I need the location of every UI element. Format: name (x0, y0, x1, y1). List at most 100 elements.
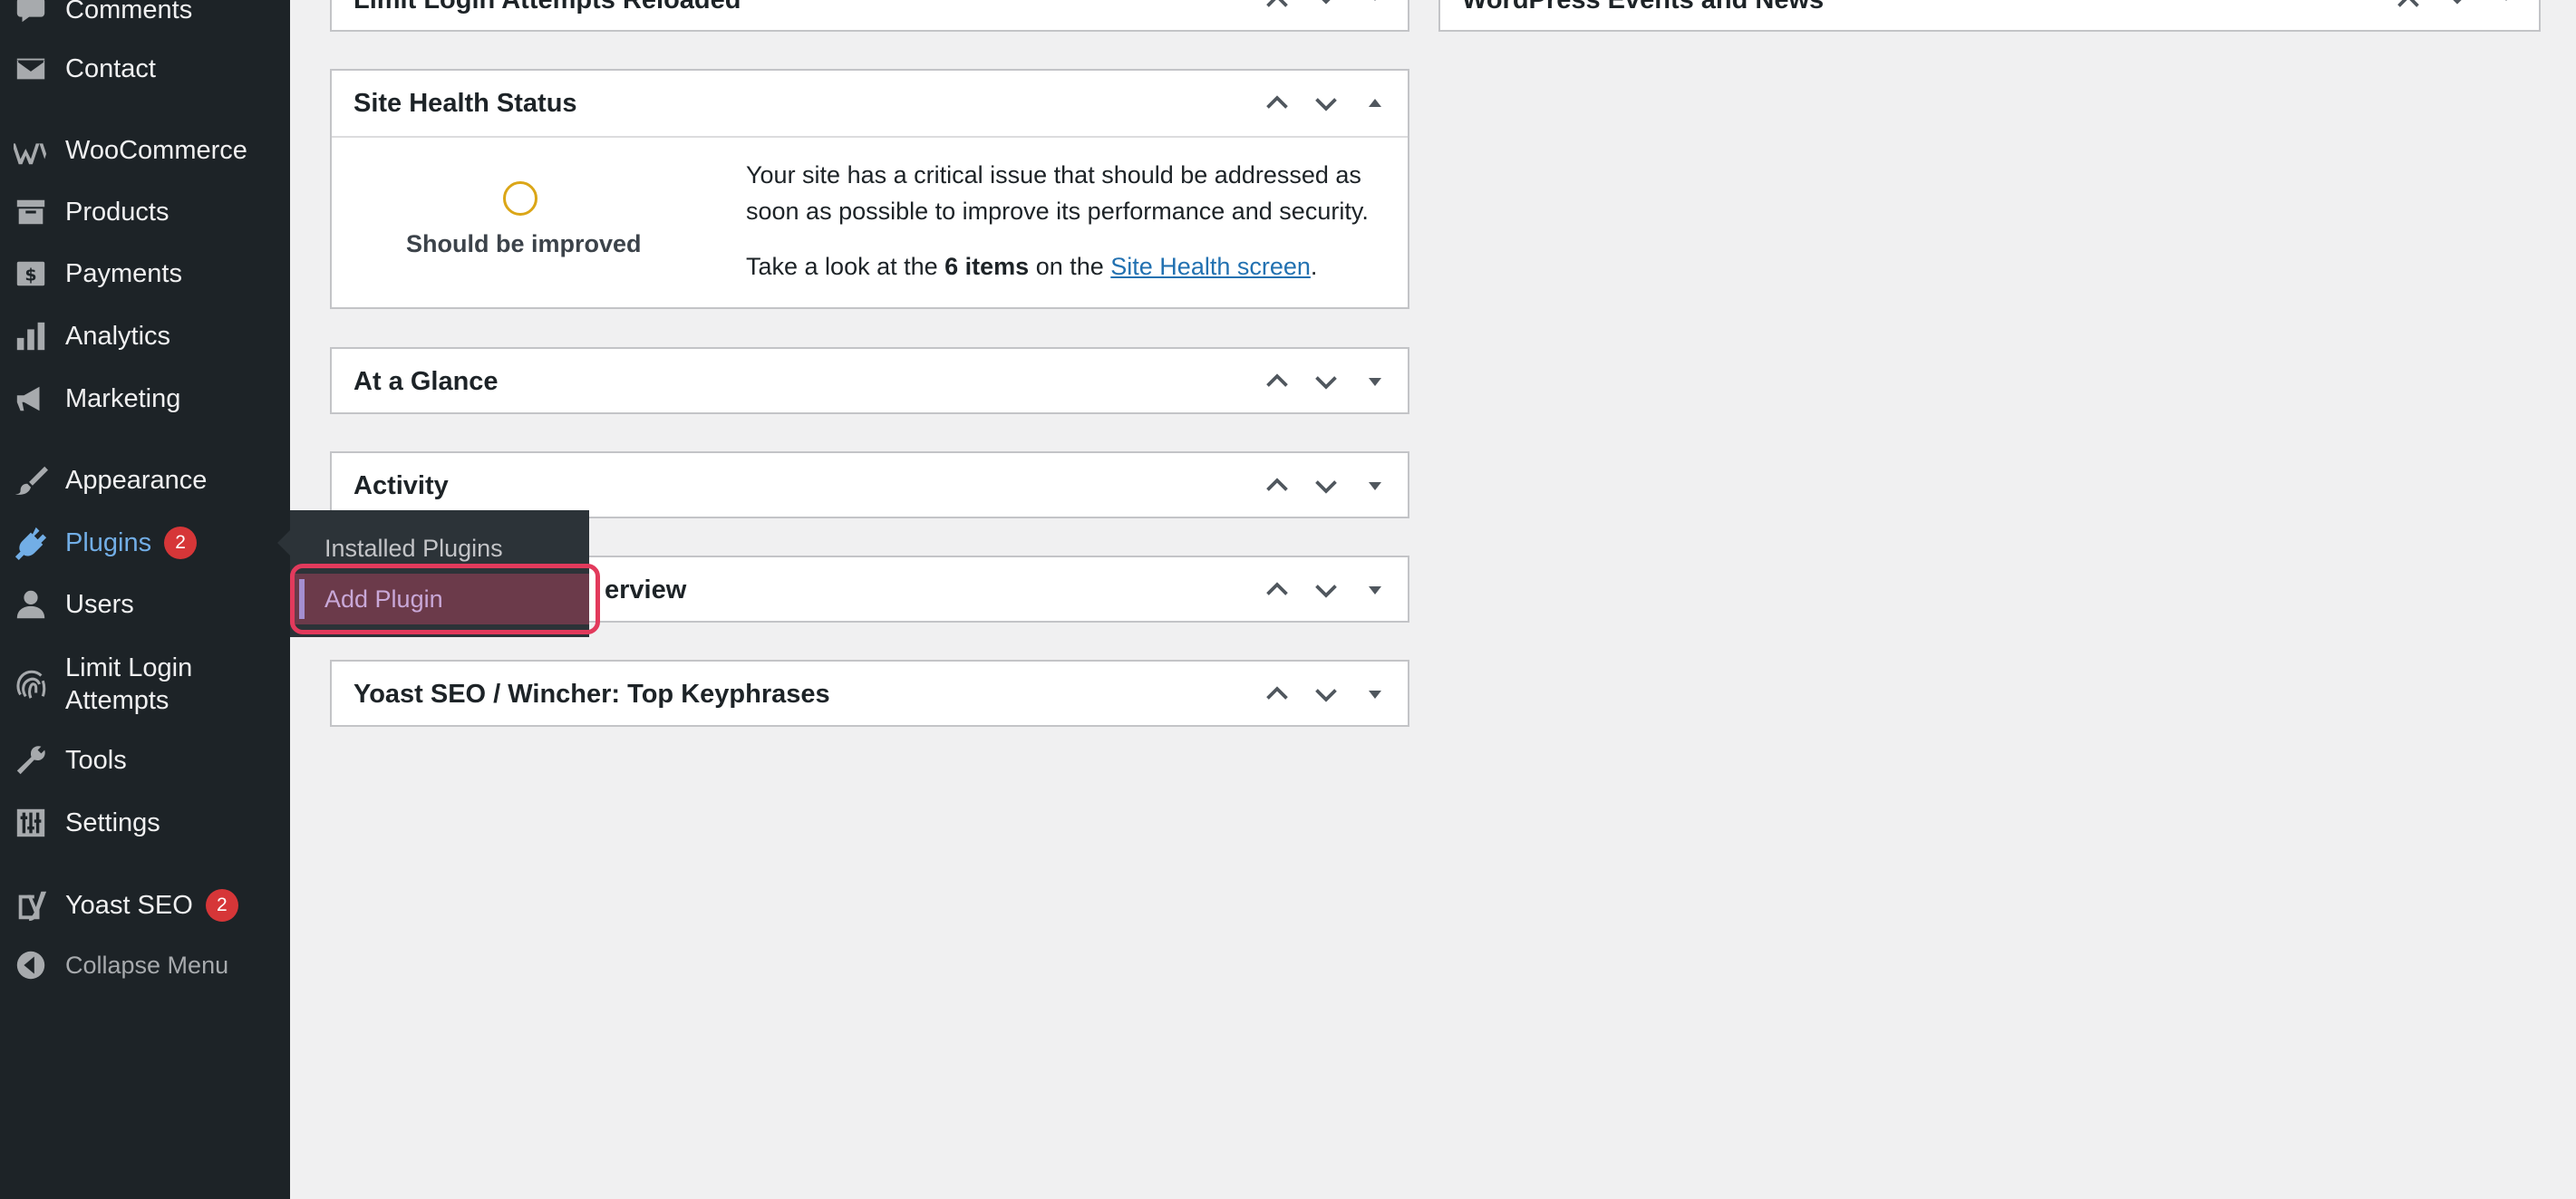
menu-label-line1: Limit Login (65, 653, 193, 682)
menu-marketing[interactable]: Marketing (0, 371, 290, 427)
text-prefix: Take a look at the (746, 253, 945, 280)
user-icon (13, 586, 49, 623)
widget-title: erview (605, 575, 687, 604)
wrench-icon (13, 742, 49, 778)
close-icon[interactable] (1257, 0, 1297, 16)
move-down-icon[interactable] (1306, 466, 1346, 506)
menu-label: Collapse Menu (65, 952, 229, 979)
notification-badge: 2 (205, 889, 238, 922)
menu-label: Yoast SEO 2 (65, 889, 238, 922)
admin-sidebar: Comments Contact WooCommerce Products $ … (0, 0, 290, 1199)
menu-label: Limit Login Attempts (65, 652, 192, 717)
widget-header: Site Health Status (332, 71, 1408, 136)
menu-yoast-seo[interactable]: Yoast SEO 2 (0, 877, 290, 933)
move-up-icon[interactable] (1257, 83, 1297, 123)
comment-icon (13, 0, 49, 28)
archive-icon (13, 194, 49, 230)
menu-appearance[interactable]: Appearance (0, 452, 290, 508)
menu-plugins[interactable]: Plugins 2 (0, 515, 290, 571)
chevron-down-icon[interactable] (2437, 0, 2477, 16)
health-items-text: Take a look at the 6 items on the Site H… (746, 253, 1317, 281)
items-count: 6 items (944, 253, 1030, 280)
flyout-pointer (277, 530, 290, 556)
update-count-badge: 2 (164, 527, 198, 559)
move-down-icon[interactable] (1306, 83, 1346, 123)
move-down-icon[interactable] (1306, 362, 1346, 401)
fingerprint-icon (13, 666, 49, 702)
menu-tools[interactable]: Tools (0, 732, 290, 788)
menu-label: Marketing (65, 384, 181, 413)
widget-limit-login-attempts: Limit Login Attempts Reloaded (330, 0, 1409, 32)
move-up-icon[interactable] (1257, 674, 1297, 714)
widget-title: Activity (353, 470, 449, 500)
move-down-icon[interactable] (1306, 674, 1346, 714)
menu-label: Plugins 2 (65, 527, 198, 559)
menu-users[interactable]: Users (0, 576, 290, 633)
paintbrush-icon (13, 462, 49, 498)
site-health-screen-link[interactable]: Site Health screen (1110, 253, 1311, 280)
widget-title: Limit Login Attempts Reloaded (353, 0, 741, 15)
move-down-icon[interactable] (1306, 570, 1346, 610)
menu-label: Settings (65, 808, 160, 837)
toggle-arrow-icon[interactable] (2486, 0, 2526, 16)
menu-products[interactable]: Products (0, 184, 290, 240)
chevron-down-icon[interactable] (1306, 0, 1346, 16)
menu-label: Analytics (65, 322, 171, 351)
submenu-installed-plugins[interactable]: Installed Plugins (290, 523, 589, 574)
menu-limit-login-attempts[interactable]: Limit Login Attempts (0, 652, 290, 717)
toggle-arrow-icon[interactable] (1355, 0, 1395, 16)
widget-at-a-glance: At a Glance (330, 347, 1409, 414)
health-message: Your site has a critical issue that shou… (746, 161, 1369, 225)
move-up-icon[interactable] (1257, 466, 1297, 506)
widget-title: Yoast SEO / Wincher: Top Keyphrases (353, 679, 830, 709)
menu-label: Tools (65, 746, 127, 775)
close-icon[interactable] (2388, 0, 2428, 16)
health-status-ring (503, 181, 537, 216)
menu-label: Appearance (65, 466, 208, 495)
menu-label: Contact (65, 54, 156, 83)
megaphone-icon (13, 381, 49, 417)
menu-payments[interactable]: $ Payments (0, 246, 290, 302)
menu-label: Payments (65, 259, 182, 288)
bar-chart-icon (13, 318, 49, 354)
mail-icon (13, 51, 49, 87)
widget-title: At a Glance (353, 366, 499, 396)
menu-label: Comments (65, 0, 193, 24)
collapse-icon (13, 947, 49, 983)
plug-icon (13, 525, 49, 561)
menu-label: WooCommerce (65, 136, 247, 165)
move-up-icon[interactable] (1257, 570, 1297, 610)
svg-text:$: $ (24, 266, 36, 285)
collapse-menu-button[interactable]: Collapse Menu (0, 937, 290, 993)
move-up-icon[interactable] (1257, 362, 1297, 401)
health-status-label: Should be improved (406, 230, 642, 257)
text-mid: on the (1029, 253, 1111, 280)
menu-label: Users (65, 590, 134, 619)
submenu-add-plugin[interactable]: Add Plugin (290, 574, 589, 624)
widget-title: Site Health Status (353, 88, 577, 118)
text-suffix: . (1310, 253, 1318, 280)
menu-woocommerce[interactable]: WooCommerce (0, 122, 290, 179)
sliders-icon (13, 805, 49, 841)
yoast-icon (13, 887, 49, 923)
dollar-icon: $ (13, 256, 49, 292)
collapse-arrow-icon[interactable] (1355, 83, 1395, 123)
menu-label-text: Plugins (65, 528, 152, 557)
widget-yoast-wincher: Yoast SEO / Wincher: Top Keyphrases (330, 660, 1409, 727)
toggle-arrow-icon[interactable] (1355, 674, 1395, 714)
plugins-submenu: Installed Plugins Add Plugin (290, 510, 589, 637)
menu-analytics[interactable]: Analytics (0, 308, 290, 364)
menu-label-line2: Attempts (65, 686, 169, 715)
woocommerce-icon (13, 132, 49, 169)
menu-settings[interactable]: Settings (0, 795, 290, 851)
menu-label-text: Yoast SEO (65, 891, 193, 920)
toggle-arrow-icon[interactable] (1355, 570, 1395, 610)
menu-comments[interactable]: Comments (0, 0, 290, 38)
widget-title: WordPress Events and News (1462, 0, 1825, 15)
widget-wordpress-events: WordPress Events and News (1438, 0, 2541, 32)
toggle-arrow-icon[interactable] (1355, 362, 1395, 401)
menu-contact[interactable]: Contact (0, 41, 290, 97)
menu-label: Products (65, 198, 169, 227)
toggle-arrow-icon[interactable] (1355, 466, 1395, 506)
widget-activity: Activity (330, 451, 1409, 518)
